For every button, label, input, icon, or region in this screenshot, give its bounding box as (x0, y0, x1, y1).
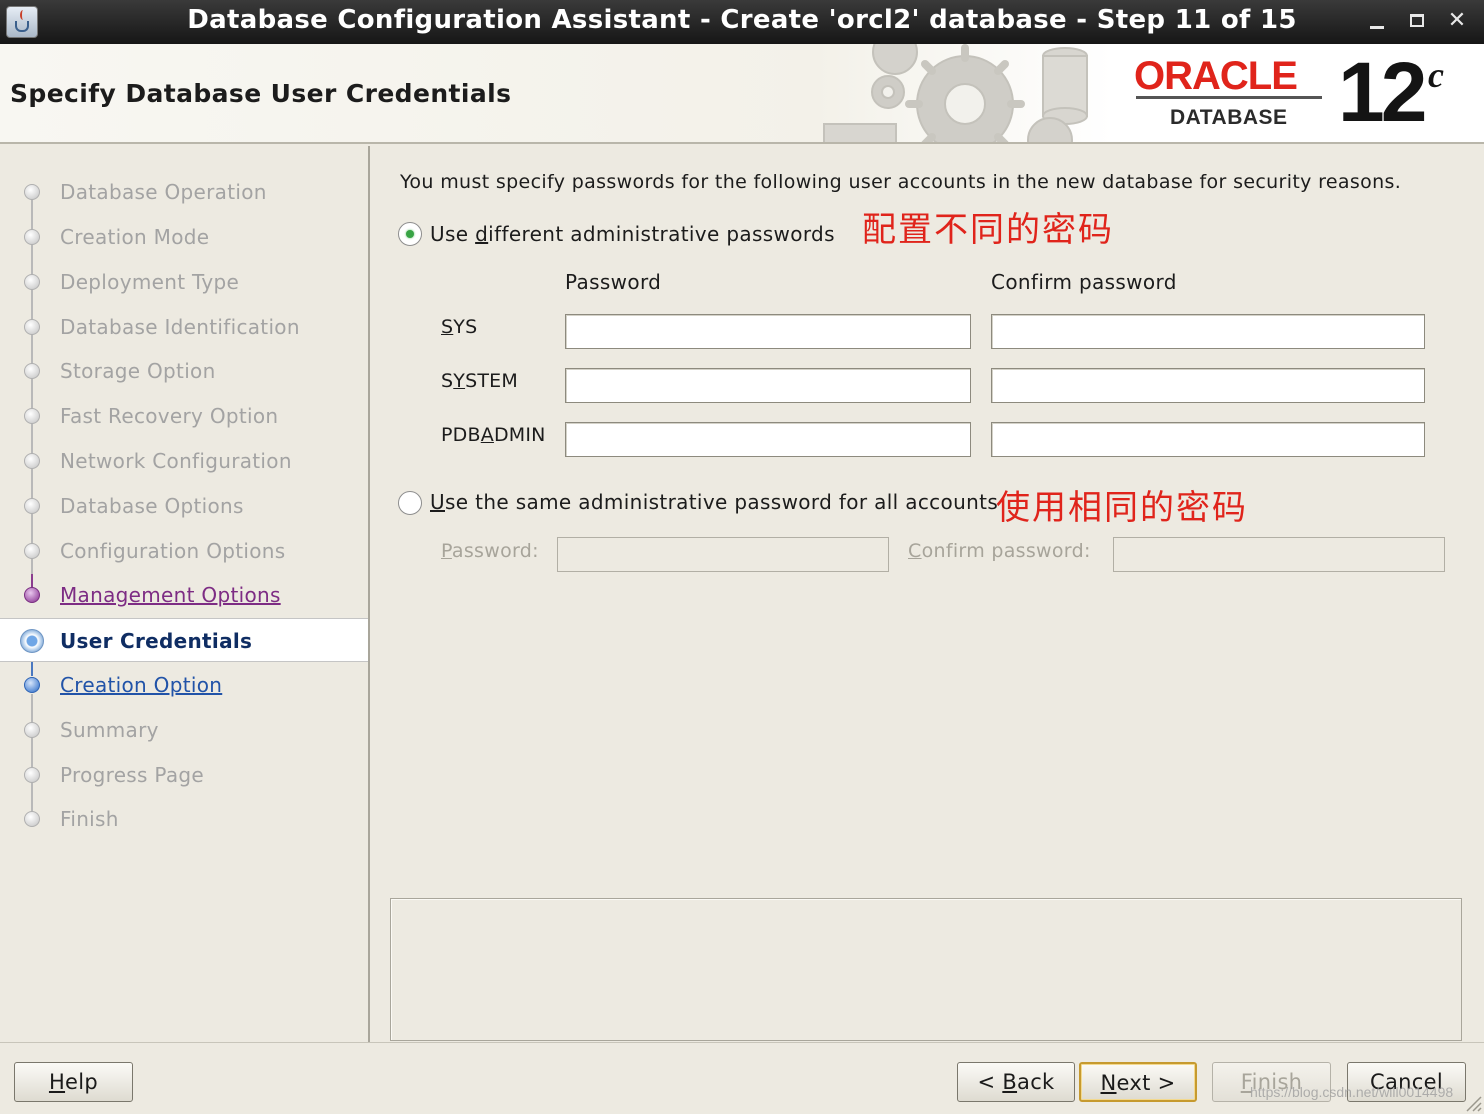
step-label: User Credentials (60, 629, 253, 653)
oracle-logo-rule (1136, 96, 1322, 99)
resize-grip-icon[interactable] (1462, 1092, 1482, 1112)
step-dot-icon (24, 722, 40, 738)
intro-text: You must specify passwords for the follo… (400, 171, 1402, 193)
step-dot-icon (24, 498, 40, 514)
gears-graphic (823, 44, 1088, 142)
step-management-options[interactable]: Management Options (0, 573, 368, 617)
back-button[interactable]: < Back (957, 1062, 1075, 1102)
step-user-credentials: User Credentials (0, 618, 368, 662)
pdbadmin-password-field[interactable] (565, 422, 971, 457)
step-dot-icon (24, 677, 40, 693)
pdbadmin-label: PDBADMIN (441, 424, 546, 446)
oracle-version-suffix: c (1428, 55, 1444, 95)
step-creation-option[interactable]: Creation Option (0, 663, 368, 707)
step-label: Finish (60, 807, 119, 831)
step-creation-mode: Creation Mode (0, 215, 368, 259)
step-dot-icon (24, 767, 40, 783)
confirm-column-header: Confirm password (991, 270, 1177, 294)
credentials-panel: You must specify passwords for the follo… (372, 146, 1484, 1042)
same-password-field[interactable] (557, 537, 889, 572)
window-titlebar: Database Configuration Assistant - Creat… (0, 0, 1484, 44)
step-label: Database Operation (60, 180, 267, 204)
step-summary: Summary (0, 708, 368, 752)
step-label: Network Configuration (60, 449, 292, 473)
sys-password-field[interactable] (565, 314, 971, 349)
step-storage-option: Storage Option (0, 349, 368, 393)
system-password-field[interactable] (565, 368, 971, 403)
window-title: Database Configuration Assistant - Creat… (187, 5, 1297, 35)
step-dot-icon (24, 319, 40, 335)
different-passwords-radio[interactable] (398, 222, 422, 246)
same-confirm-field-label: Confirm password: (908, 540, 1091, 562)
help-button[interactable]: Help (14, 1062, 133, 1102)
step-label: Configuration Options (60, 539, 286, 563)
message-panel (390, 898, 1462, 1041)
step-dot-icon (24, 587, 40, 603)
step-fast-recovery-option: Fast Recovery Option (0, 394, 368, 438)
step-link-label[interactable]: Management Options (60, 583, 281, 607)
page-header: Specify Database User Credentials ORACLE… (0, 44, 1484, 144)
step-dot-icon (24, 363, 40, 379)
step-label: Progress Page (60, 763, 205, 787)
watermark: https://blog.csdn.net/will0014498 (1250, 1084, 1454, 1100)
step-current-icon (20, 629, 44, 653)
same-password-field-label: Password: (441, 540, 539, 562)
page-title: Specify Database User Credentials (10, 79, 512, 108)
step-dot-icon (24, 453, 40, 469)
sys-label: SYS (441, 316, 478, 338)
close-icon[interactable]: ✕ (1444, 8, 1470, 34)
step-label: Creation Mode (60, 225, 210, 249)
step-database-options: Database Options (0, 484, 368, 528)
step-progress-page: Progress Page (0, 753, 368, 797)
step-label: Storage Option (60, 359, 216, 383)
oracle-version: 12 (1338, 45, 1427, 139)
step-label: Summary (60, 718, 159, 742)
step-database-operation: Database Operation (0, 170, 368, 214)
step-dot-icon (24, 274, 40, 290)
step-dot-icon (24, 543, 40, 559)
footer-divider (0, 1042, 1484, 1043)
maximize-icon[interactable] (1404, 8, 1430, 34)
different-passwords-label[interactable]: Use different administrative passwords (430, 222, 835, 246)
same-password-label[interactable]: Use the same administrative password for… (430, 490, 998, 514)
same-password-radio[interactable] (398, 491, 422, 515)
step-link-label[interactable]: Creation Option (60, 673, 222, 697)
step-label: Deployment Type (60, 270, 240, 294)
step-dot-icon (24, 408, 40, 424)
step-label: Database Options (60, 494, 244, 518)
system-confirm-field[interactable] (991, 368, 1425, 403)
step-dot-icon (24, 229, 40, 245)
steps-sidebar: Database Operation Creation Mode Deploym… (0, 146, 370, 1042)
step-deployment-type: Deployment Type (0, 260, 368, 304)
step-dot-icon (24, 811, 40, 827)
password-column-header: Password (565, 270, 662, 294)
system-label: SYSTEM (441, 370, 518, 392)
oracle-logo-text: ORACLE (1134, 54, 1298, 98)
step-network-configuration: Network Configuration (0, 439, 368, 483)
sys-confirm-field[interactable] (991, 314, 1425, 349)
step-configuration-options: Configuration Options (0, 529, 368, 573)
annotation-same-password: 使用相同的密码 (996, 488, 1248, 528)
next-button[interactable]: Next > (1079, 1062, 1197, 1102)
step-database-identification: Database Identification (0, 305, 368, 349)
oracle-logo-subtitle: DATABASE (1170, 106, 1288, 129)
step-label: Fast Recovery Option (60, 404, 279, 428)
step-finish: Finish (0, 797, 368, 841)
step-label: Database Identification (60, 315, 300, 339)
pdbadmin-confirm-field[interactable] (991, 422, 1425, 457)
step-dot-icon (24, 184, 40, 200)
same-confirm-field[interactable] (1113, 537, 1445, 572)
minimize-icon[interactable] (1364, 8, 1390, 34)
annotation-different-passwords: 配置不同的密码 (862, 210, 1114, 250)
